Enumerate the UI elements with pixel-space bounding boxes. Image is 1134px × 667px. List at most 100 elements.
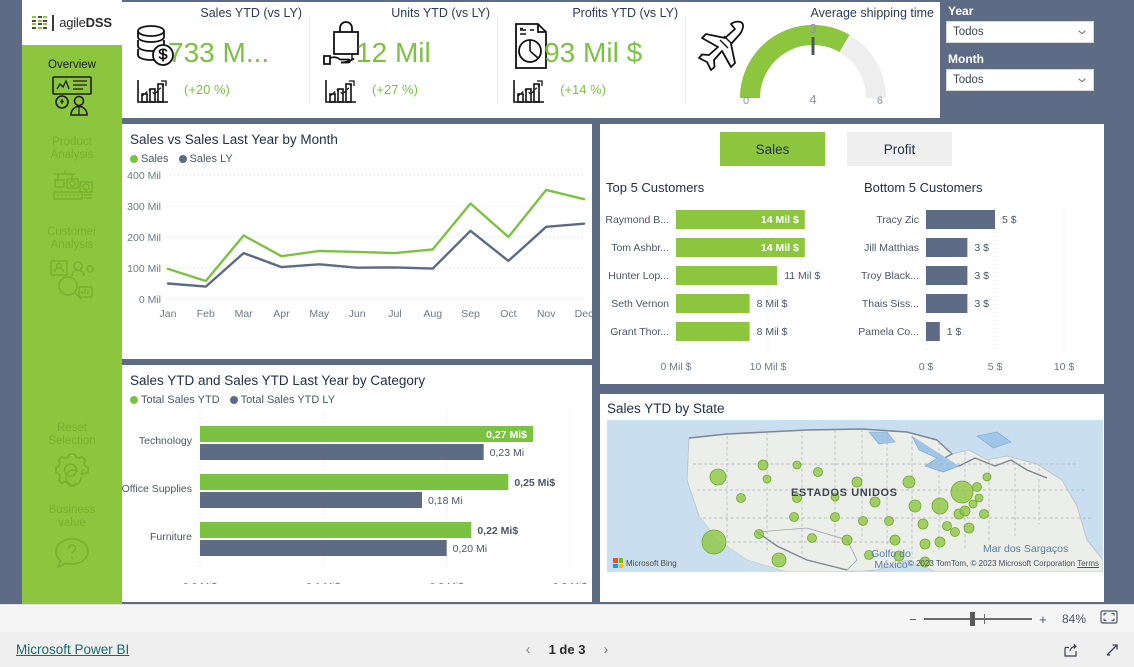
zoom-slider[interactable] — [923, 612, 1032, 626]
legend-item-sales[interactable]: Sales — [130, 153, 169, 165]
customer-bar — [676, 266, 778, 285]
zoom-out-button[interactable]: − — [906, 612, 920, 627]
zoom-level-label: 84% — [1061, 612, 1086, 626]
legend-label: Total Sales YTD LY — [240, 394, 336, 406]
sidebar-item-customer-analysis[interactable]: Customer Analysis — [22, 212, 122, 310]
bar-value-label: 0,22 Mi$ — [477, 525, 518, 537]
chevron-down-icon — [1078, 78, 1086, 83]
y-axis-tick-label: 200 Mil — [127, 232, 161, 244]
kpi-value: 733 M... — [168, 37, 270, 68]
chevron-down-icon — [1078, 30, 1086, 35]
x-axis-tick-label: 0,1 Mi$ — [306, 581, 341, 584]
customer-name-label: Tom Ashbr... — [611, 242, 669, 254]
kpi-card-profits-ytd[interactable]: Profits YTD (vs LY) 93 Mil $ (+14 %) — [498, 2, 687, 118]
gauge-min-label: 0 — [743, 95, 749, 107]
category-label: Office Supplies — [122, 483, 192, 495]
logo-text: agileDSS — [59, 15, 112, 30]
bing-provider-label: Microsoft Bing — [626, 558, 677, 568]
kpi-card-units-ytd[interactable]: Units YTD (vs LY) 12 Mil (+27 %) — [310, 2, 499, 118]
map-visual[interactable]: ESTADOS UNIDOS Golfo do México Mar dos S… — [607, 420, 1103, 572]
presentation-person-icon — [22, 72, 122, 120]
bar-total-sales-ytd — [200, 426, 533, 442]
x-axis-tick-label: Feb — [197, 308, 215, 320]
sidebar-item-business-value[interactable]: Business value — [22, 498, 122, 580]
bottom-customers-chart[interactable]: 0 $ 5 $ 10 $ Tracy Zic 5 $ Jill Matthias 3 $ Tr… — [854, 202, 1104, 372]
panel-title: Sales YTD by State — [607, 401, 725, 416]
fullscreen-icon[interactable] — [1104, 642, 1120, 658]
category-bar-chart[interactable]: 0,0 Mi$ 0,1 Mi$ 0,2 Mi$ 0,3 Mi$ Technology 0,… — [122, 406, 592, 584]
factory-conveyor-icon — [22, 162, 122, 210]
y-axis-tick-label: 400 Mil — [127, 170, 161, 182]
map-copyright-text: © 2023 TomTom, © 2023 Microsoft Corporat… — [907, 559, 1076, 568]
year-slicer-value: Todos — [953, 26, 984, 38]
x-axis-tick-label: May — [309, 308, 330, 320]
customer-value-label: 3 $ — [974, 242, 989, 254]
x-axis-tick-label: Apr — [273, 308, 290, 320]
x-axis-tick-label: 0,2 Mi$ — [429, 581, 464, 584]
powerbi-link[interactable]: Microsoft Power BI — [16, 642, 129, 657]
kpi-title: Profits YTD (vs LY) — [572, 6, 679, 20]
microsoft-logo-icon — [613, 558, 623, 568]
sidebar-item-product-analysis[interactable]: Product Analysis — [22, 122, 122, 212]
map-water-label-sargasso: Mar dos Sargaços — [983, 543, 1069, 555]
page-navigator: ‹ 1 de 3 › — [526, 641, 609, 658]
x-axis-tick-label: Sep — [461, 308, 480, 320]
customer-bar — [676, 322, 750, 341]
kpi-title: Average shipping time — [810, 6, 934, 20]
x-axis-tick-label: Jan — [160, 308, 177, 320]
kpi-delta: (+20 %) — [184, 82, 230, 97]
tab-label: Profit — [883, 141, 916, 157]
bar-total-sales-ytd — [200, 522, 472, 538]
report-footer: Microsoft Power BI ‹ 1 de 3 › — [0, 632, 1134, 667]
share-icon[interactable] — [1063, 642, 1080, 658]
month-slicer[interactable]: Todos — [946, 69, 1094, 91]
year-slicer[interactable]: Todos — [946, 21, 1094, 43]
kpi-strip: Sales YTD (vs LY) 733 M... (+20 %) Units… — [122, 2, 940, 118]
fit-to-page-icon[interactable] — [1100, 609, 1118, 629]
customer-value-label: 1 $ — [947, 326, 962, 338]
brand-logo: agileDSS — [22, 0, 122, 45]
sidebar-item-reset-selection[interactable]: Reset Selection — [22, 310, 122, 498]
growth-chart-icon — [322, 76, 360, 106]
chevron-right-icon[interactable]: › — [603, 641, 608, 658]
gauge-max-label: 6 — [877, 95, 883, 107]
sales-by-state-panel: Sales YTD by State ESTADOS UNIDOS Golfo … — [600, 394, 1104, 602]
top-customers-title: Top 5 Customers — [606, 180, 705, 195]
tab-profit[interactable]: Profit — [847, 132, 952, 166]
legend-item-total-sales-ytd[interactable]: Total Sales YTD — [130, 394, 220, 406]
kpi-card-sales-ytd[interactable]: Sales YTD (vs LY) 733 M... (+20 %) — [122, 2, 311, 118]
gauge-value-label: 4 — [809, 92, 816, 107]
customer-bar — [676, 294, 750, 313]
x-axis-tick-label: Dec — [575, 308, 592, 320]
zoom-in-button[interactable]: + — [1036, 612, 1050, 627]
people-magnifier-icon — [22, 252, 122, 308]
customer-bar — [926, 238, 968, 257]
customer-bar — [926, 210, 995, 229]
sidebar-item-label: Reset Selection — [48, 422, 96, 447]
gear-refresh-icon — [22, 448, 122, 496]
customer-name-label: Grant Thor... — [610, 326, 669, 338]
growth-chart-icon — [510, 76, 548, 106]
kpi-card-avg-shipping-time[interactable]: Average shipping time 0 6 3 4 — [686, 2, 940, 118]
category-label: Furniture — [150, 531, 192, 543]
measure-tabs: Sales Profit — [720, 132, 952, 166]
legend-item-sales-ly[interactable]: Sales LY — [178, 153, 233, 165]
top-customers-chart[interactable]: 0 Mil $ 10 Mil $ Raymond B... 14 Mil $ Tom A… — [604, 202, 854, 372]
line-chart[interactable]: 0 Mil 100 Mil 200 Mil 300 Mil 400 Mil Jan Feb M… — [122, 165, 592, 340]
sidebar-item-overview[interactable]: Overview — [22, 45, 122, 122]
customer-value-label: 14 Mil $ — [761, 242, 799, 254]
x-axis-tick-label: 0 Mil $ — [661, 361, 692, 372]
chevron-left-icon[interactable]: ‹ — [526, 641, 531, 658]
x-axis-tick-label: Mar — [235, 308, 254, 320]
map-terms-link[interactable]: Terms — [1077, 559, 1099, 568]
tab-sales[interactable]: Sales — [720, 132, 825, 166]
customer-value-label: 8 Mil $ — [757, 298, 788, 310]
legend-label: Sales — [141, 153, 169, 165]
x-axis-tick-label: Oct — [500, 308, 516, 320]
zoom-slider-tick — [983, 614, 985, 624]
customer-bar — [926, 322, 940, 341]
page-indicator: 1 de 3 — [548, 642, 586, 657]
customer-name-label: Raymond B... — [605, 214, 669, 226]
zoom-slider-thumb[interactable] — [969, 612, 975, 626]
legend-item-total-sales-ytd-ly[interactable]: Total Sales YTD LY — [229, 394, 336, 406]
